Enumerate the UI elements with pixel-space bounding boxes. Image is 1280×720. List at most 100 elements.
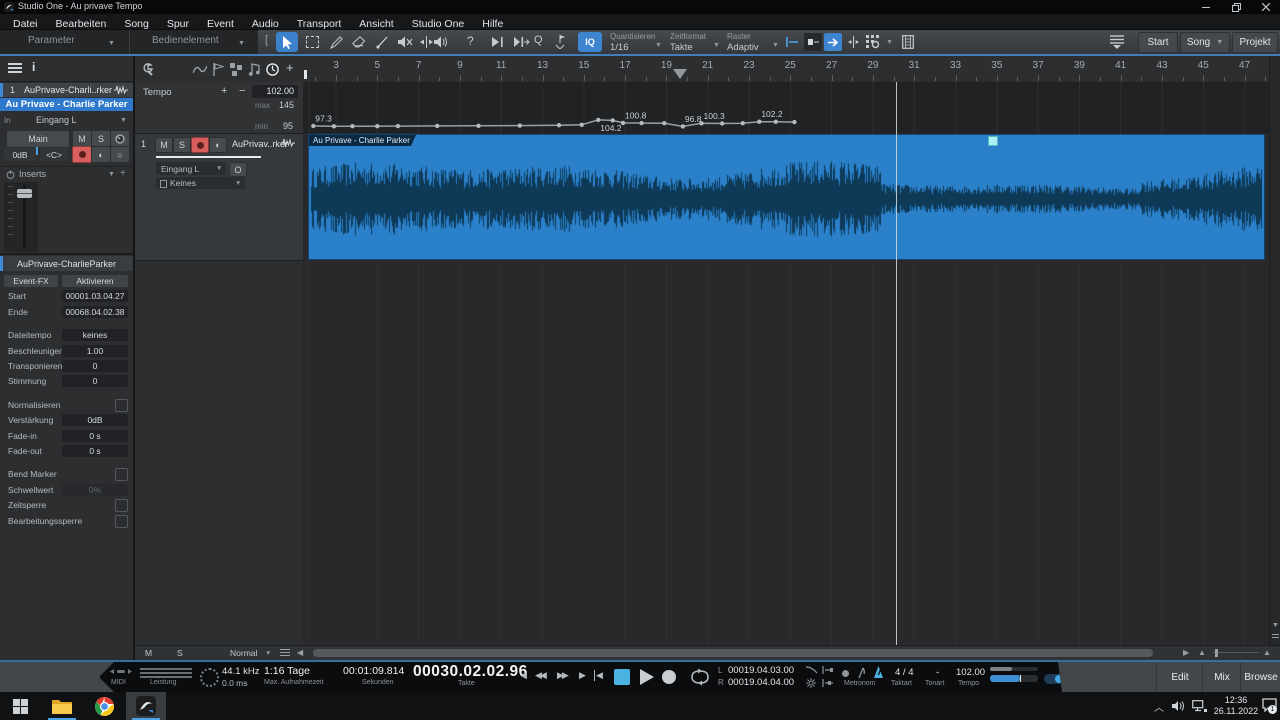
event-inspector-header[interactable]: AuPrivave-CharlieParker: [0, 256, 133, 271]
metronome-icon[interactable]: [872, 666, 885, 679]
zoom-slider[interactable]: [1213, 652, 1259, 653]
menu-bearbeiten[interactable]: Bearbeiten: [47, 17, 116, 31]
menu-song[interactable]: Song: [115, 17, 158, 31]
help-button[interactable]: ?: [467, 34, 474, 48]
tempo-value-field[interactable]: 102.00: [252, 85, 298, 98]
checkbox[interactable]: [115, 399, 128, 412]
footer-mute-button[interactable]: M: [145, 648, 152, 658]
solo-button[interactable]: S: [91, 130, 111, 147]
macro-grid-button[interactable]: [862, 32, 884, 52]
start-page-button[interactable]: Start: [1138, 32, 1178, 53]
inspector-field[interactable]: 0 s: [62, 430, 128, 442]
quantize-tool-button[interactable]: Q: [534, 34, 543, 46]
list-icon[interactable]: [280, 649, 290, 658]
volume-tray-icon[interactable]: [1172, 700, 1186, 712]
add-track-icon[interactable]: +: [286, 60, 294, 75]
tempo-point[interactable]: [774, 120, 778, 124]
track-header[interactable]: 1 M S ◐ AuPrivav..rker Eingang L ▼ O Kei…: [135, 134, 303, 261]
menu-hilfe[interactable]: Hilfe: [473, 17, 512, 31]
chord-track-icon[interactable]: [248, 63, 261, 76]
volume-field[interactable]: 0dB: [4, 148, 36, 161]
tempo-point[interactable]: [699, 121, 703, 125]
channel-fader[interactable]: [4, 182, 38, 252]
menu-datei[interactable]: Datei: [4, 17, 47, 31]
loop-button[interactable]: [688, 668, 712, 686]
return-to-start-button[interactable]: ◀: [594, 670, 603, 681]
key-value[interactable]: -: [936, 667, 939, 678]
footer-solo-button[interactable]: S: [177, 648, 183, 658]
inspector-field[interactable]: 0 s: [62, 445, 128, 457]
tempo-point[interactable]: [350, 124, 354, 128]
tempo-point[interactable]: [311, 124, 315, 128]
song-page-button[interactable]: Song▼: [1180, 32, 1230, 53]
output-toggle[interactable]: [1044, 674, 1064, 684]
tempo-point[interactable]: [741, 121, 745, 125]
menu-audio[interactable]: Audio: [243, 17, 288, 31]
split-tool-button[interactable]: [326, 32, 346, 52]
range-tool-button[interactable]: [302, 32, 322, 52]
inspector-field[interactable]: 00068.04.02.38: [62, 306, 128, 318]
tempo-max-value[interactable]: 145: [279, 100, 294, 110]
arranger-blocks-icon[interactable]: [230, 63, 243, 76]
goto-button[interactable]: [824, 33, 842, 51]
inserts-row[interactable]: Inserts ▼ +: [0, 166, 133, 181]
tempo-min-value[interactable]: 95: [283, 121, 293, 131]
wrench-icon[interactable]: [140, 63, 153, 76]
event-marker-button[interactable]: [804, 33, 822, 51]
rewind-button[interactable]: ◀◀: [535, 670, 545, 681]
zoom-in-icon[interactable]: ▲: [1263, 648, 1271, 657]
tempo-lane[interactable]: 97.3104.2100.896.8100.3102.2: [303, 82, 1280, 134]
gear-icon[interactable]: [806, 678, 816, 688]
video-button[interactable]: [898, 32, 918, 52]
prev-bar-button[interactable]: ◀: [520, 670, 527, 681]
loop-start-value[interactable]: 00019.04.03.00: [728, 665, 794, 676]
punch-marker-icon[interactable]: [822, 679, 834, 687]
track-record-button[interactable]: [191, 137, 209, 153]
inspector-field[interactable]: keines: [62, 329, 128, 341]
mixdown-button[interactable]: [1100, 32, 1134, 52]
menu-ansicht[interactable]: Ansicht: [350, 17, 402, 31]
tempo-point[interactable]: [332, 124, 336, 128]
splitter-button[interactable]: [844, 32, 862, 52]
checkbox[interactable]: [115, 499, 128, 512]
autoscroll-button[interactable]: [487, 32, 509, 52]
parameter-dropdown[interactable]: Parameter ▼: [0, 30, 130, 54]
macro-bend-button[interactable]: [550, 32, 570, 52]
track-monitor-button[interactable]: ◐: [209, 137, 227, 153]
fader-handle[interactable]: [17, 189, 32, 198]
raster-dropdown[interactable]: Raster Adaptiv: [727, 32, 759, 53]
tray-clock[interactable]: 12:36 26.11.2022: [1210, 695, 1262, 717]
tempo-point[interactable]: [681, 124, 685, 128]
tempo-point[interactable]: [639, 121, 643, 125]
bars-display[interactable]: 00030.02.02.96: [413, 663, 528, 681]
track-solo-button[interactable]: S: [173, 137, 191, 153]
snap-marker-button[interactable]: [782, 32, 802, 52]
track-input-dropdown[interactable]: Eingang L ▼: [156, 162, 226, 175]
eraser-tool-button[interactable]: [349, 32, 369, 52]
tempo-subtract-button[interactable]: −: [239, 85, 245, 97]
forward-button[interactable]: ▶▶: [557, 670, 567, 681]
tray-expand-chevron[interactable]: ︿: [1154, 699, 1164, 714]
loop-end-value[interactable]: 00019.04.04.00: [728, 677, 794, 688]
checkbox[interactable]: [115, 468, 128, 481]
bedienelement-dropdown[interactable]: Bedienelement ▼: [130, 30, 258, 54]
automation-curve-icon[interactable]: [193, 64, 207, 75]
tempo-point[interactable]: [518, 123, 522, 127]
timesig-value[interactable]: 4 / 4: [895, 667, 914, 678]
track-mute-button[interactable]: M: [155, 137, 173, 153]
tempo-track-icon[interactable]: [266, 63, 279, 76]
record-arm-button[interactable]: [72, 146, 92, 163]
mute-tool-button[interactable]: [394, 32, 416, 52]
mix-view-button[interactable]: Mix: [1202, 662, 1241, 692]
zoom-slider-handle[interactable]: [1215, 649, 1218, 657]
track-fx-dropdown[interactable]: Keines ▼: [156, 177, 245, 189]
tempo-point[interactable]: [396, 124, 400, 128]
checkbox[interactable]: [115, 515, 128, 528]
mute-button[interactable]: M: [72, 130, 92, 147]
paint-tool-button[interactable]: [372, 32, 392, 52]
tempo-point[interactable]: [596, 118, 600, 122]
tempo-point[interactable]: [476, 124, 480, 128]
audio-event[interactable]: Au Privave - Charlie Parker: [308, 134, 1265, 260]
main-output-button[interactable]: Main: [6, 130, 70, 148]
listen-tool-button[interactable]: [430, 32, 452, 52]
